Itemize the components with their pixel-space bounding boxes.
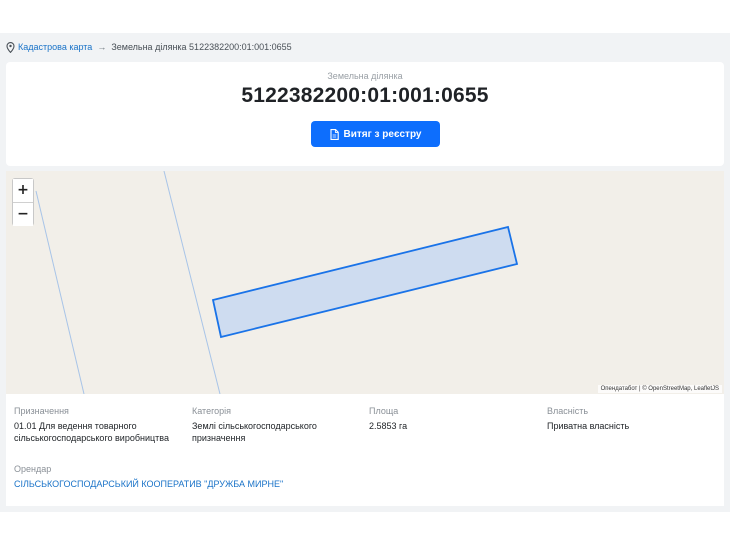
document-icon: [329, 128, 339, 140]
map-pin-icon: [6, 41, 15, 53]
field-tenant: Орендар СІЛЬСЬКОГОСПОДАРСЬКИЙ КООПЕРАТИВ…: [14, 463, 414, 490]
map-attribution: Опендатабот | © OpenStreetMap, LeafletJS: [597, 385, 722, 393]
parcel-polygon[interactable]: [211, 225, 519, 339]
field-purpose: Призначення 01.01 Для ведення товарного …: [14, 405, 184, 444]
field-purpose-value: 01.01 Для ведення товарного сільськогосп…: [14, 421, 169, 443]
field-area-label: Площа: [369, 406, 399, 416]
cadastral-number-title: 5122382200:01:001:0655: [241, 84, 489, 107]
field-ownership-value: Приватна власність: [547, 421, 630, 431]
field-tenant-label: Орендар: [14, 464, 52, 474]
map-layer: [35, 171, 519, 394]
breadcrumb-link-cadastral-map[interactable]: Кадастрова карта: [18, 42, 92, 52]
field-purpose-label: Призначення: [14, 406, 69, 416]
field-category-label: Категорія: [192, 406, 232, 416]
boundary-line-left: [35, 190, 85, 394]
zoom-control: + −: [12, 178, 34, 226]
boundary-line-right: [163, 171, 221, 394]
breadcrumb-current: Земельна ділянка 5122382200:01:001:0655: [111, 42, 292, 52]
registry-extract-label: Витяг з реєстру: [343, 128, 422, 140]
zoom-in-button[interactable]: +: [13, 179, 33, 202]
field-category: Категорія Землі сільськогосподарського п…: [192, 405, 342, 444]
field-category-value: Землі сільськогосподарського призначення: [192, 421, 317, 443]
field-area-value: 2.5853 га: [369, 421, 408, 431]
parcel-map[interactable]: + − Опендатабот | © OpenStreetMap, Leafl…: [6, 171, 724, 394]
breadcrumb-separator: →: [97, 42, 107, 52]
field-ownership-label: Власність: [547, 406, 589, 416]
zoom-out-button[interactable]: −: [13, 203, 33, 226]
parcel-details: Призначення 01.01 Для ведення товарного …: [6, 394, 724, 506]
registry-extract-button[interactable]: Витяг з реєстру: [311, 121, 440, 147]
field-area: Площа 2.5853 га: [369, 405, 519, 432]
parcel-kicker: Земельна ділянка: [327, 71, 403, 81]
tenant-link[interactable]: СІЛЬСЬКОГОСПОДАРСЬКИЙ КООПЕРАТИВ "ДРУЖБА…: [14, 478, 414, 490]
breadcrumb: Кадастрова карта → Земельна ділянка 5122…: [6, 40, 292, 54]
field-ownership: Власність Приватна власність: [547, 405, 717, 432]
parcel-header-card: Земельна ділянка 5122382200:01:001:0655 …: [6, 62, 724, 166]
